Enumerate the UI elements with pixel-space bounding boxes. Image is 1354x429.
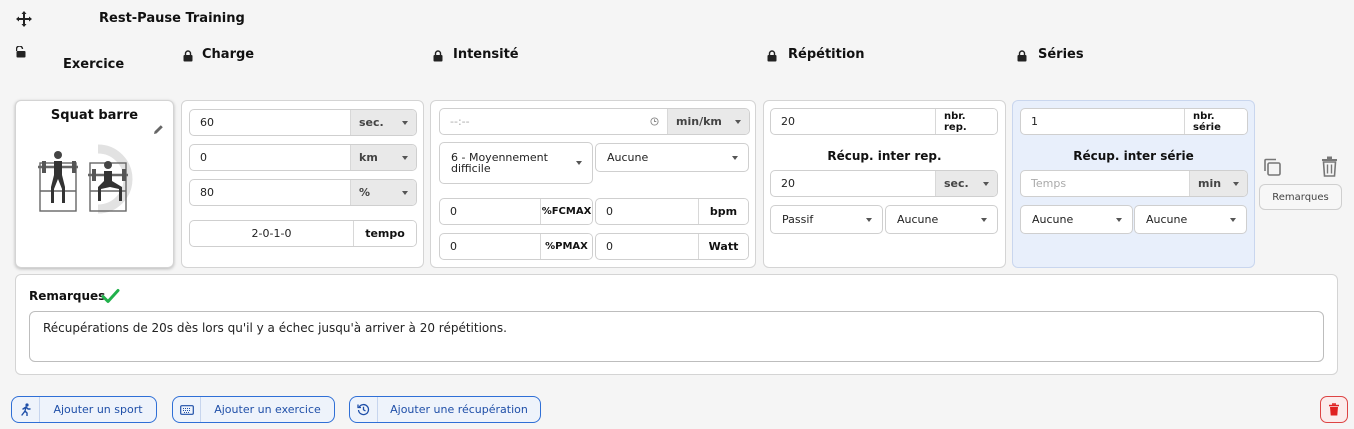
duration-unit-select[interactable]: sec. (350, 110, 416, 135)
reps-field[interactable]: 20 nbr. rep. (770, 108, 998, 135)
keyboard-icon (173, 397, 201, 422)
pencil-icon[interactable] (153, 124, 164, 135)
column-header-charge: Charge (202, 47, 255, 62)
lock-icon[interactable] (183, 50, 193, 62)
pace-field[interactable]: --:-- min/km (439, 108, 750, 135)
recup-serie-field[interactable]: Temps min (1020, 170, 1248, 197)
recup-inter-serie-label: Récup. inter série (1073, 149, 1194, 163)
tempo-field[interactable]: 2-0-1-0 tempo (189, 220, 417, 247)
trash-icon[interactable] (1320, 156, 1339, 177)
column-header-intensite: Intensité (453, 47, 519, 62)
clock-icon (650, 117, 659, 126)
percent-unit-select[interactable]: % (350, 180, 416, 205)
move-icon[interactable] (16, 11, 32, 27)
pace-unit-select[interactable]: min/km (667, 109, 749, 134)
column-header-exercice: Exercice (63, 57, 125, 72)
recovery-mode-select[interactable]: Passif (770, 205, 883, 234)
bpm-field[interactable]: 0 bpm (595, 198, 749, 225)
remarks-label: Remarques (29, 289, 106, 303)
lock-icon[interactable] (1017, 50, 1027, 62)
copy-icon[interactable] (1262, 157, 1282, 177)
check-icon (101, 289, 120, 303)
series-count-field[interactable]: 1 nbr. série (1020, 108, 1248, 135)
unlock-icon[interactable] (16, 46, 26, 58)
history-icon (350, 397, 378, 422)
exercise-name: Squat barre (50, 108, 139, 123)
recup-rep-field[interactable]: 20 sec. (770, 170, 998, 197)
pmax-field[interactable]: 0 %PMAX (439, 233, 593, 260)
column-header-series: Séries (1038, 47, 1084, 62)
add-sport-button[interactable]: Ajouter un sport (11, 396, 157, 423)
repetition-card: 20 nbr. rep. Récup. inter rep. 20 sec. P… (763, 100, 1006, 268)
watt-field[interactable]: 0 Watt (595, 233, 749, 260)
recup-rep-unit-select[interactable]: sec. (935, 171, 997, 196)
lock-icon[interactable] (433, 50, 443, 62)
distance-unit-select[interactable]: km (350, 145, 416, 170)
repetition-option-select[interactable]: Aucune (885, 205, 998, 234)
recup-inter-rep-label: Récup. inter rep. (827, 149, 942, 163)
exercise-illustration (38, 144, 133, 214)
exercise-card[interactable]: Squat barre (15, 100, 174, 268)
series-option-select-2[interactable]: Aucune (1134, 205, 1247, 234)
remarks-button[interactable]: Remarques (1259, 184, 1342, 210)
delete-button[interactable] (1320, 396, 1348, 423)
running-icon (12, 397, 40, 422)
remarks-textarea[interactable]: Récupérations de 20s dès lors qu'il y a … (29, 311, 1324, 362)
add-exercise-button[interactable]: Ajouter un exercice (172, 396, 335, 423)
series-card: 1 nbr. série Récup. inter série Temps mi… (1012, 100, 1255, 268)
intensite-option-select[interactable]: Aucune (595, 143, 749, 172)
difficulty-select[interactable]: 6 - Moyennement difficile (439, 142, 593, 184)
intensite-card: --:-- min/km 6 - Moyennement difficile A… (430, 100, 756, 268)
percent-field[interactable]: 80 % (189, 179, 417, 206)
distance-field[interactable]: 0 km (189, 144, 417, 171)
charge-card: 60 sec. 0 km 80 % 2-0-1-0 tempo (181, 100, 424, 268)
block-title: Rest-Pause Training (99, 11, 245, 26)
fcmax-field[interactable]: 0 %FCMAX (439, 198, 593, 225)
series-option-select-1[interactable]: Aucune (1020, 205, 1133, 234)
trash-icon (1329, 403, 1339, 416)
lock-icon[interactable] (767, 50, 777, 62)
column-header-repetition: Répétition (788, 47, 865, 62)
recup-serie-unit-select[interactable]: min (1189, 171, 1247, 196)
add-recovery-button[interactable]: Ajouter une récupération (349, 396, 541, 423)
duration-field[interactable]: 60 sec. (189, 109, 417, 136)
